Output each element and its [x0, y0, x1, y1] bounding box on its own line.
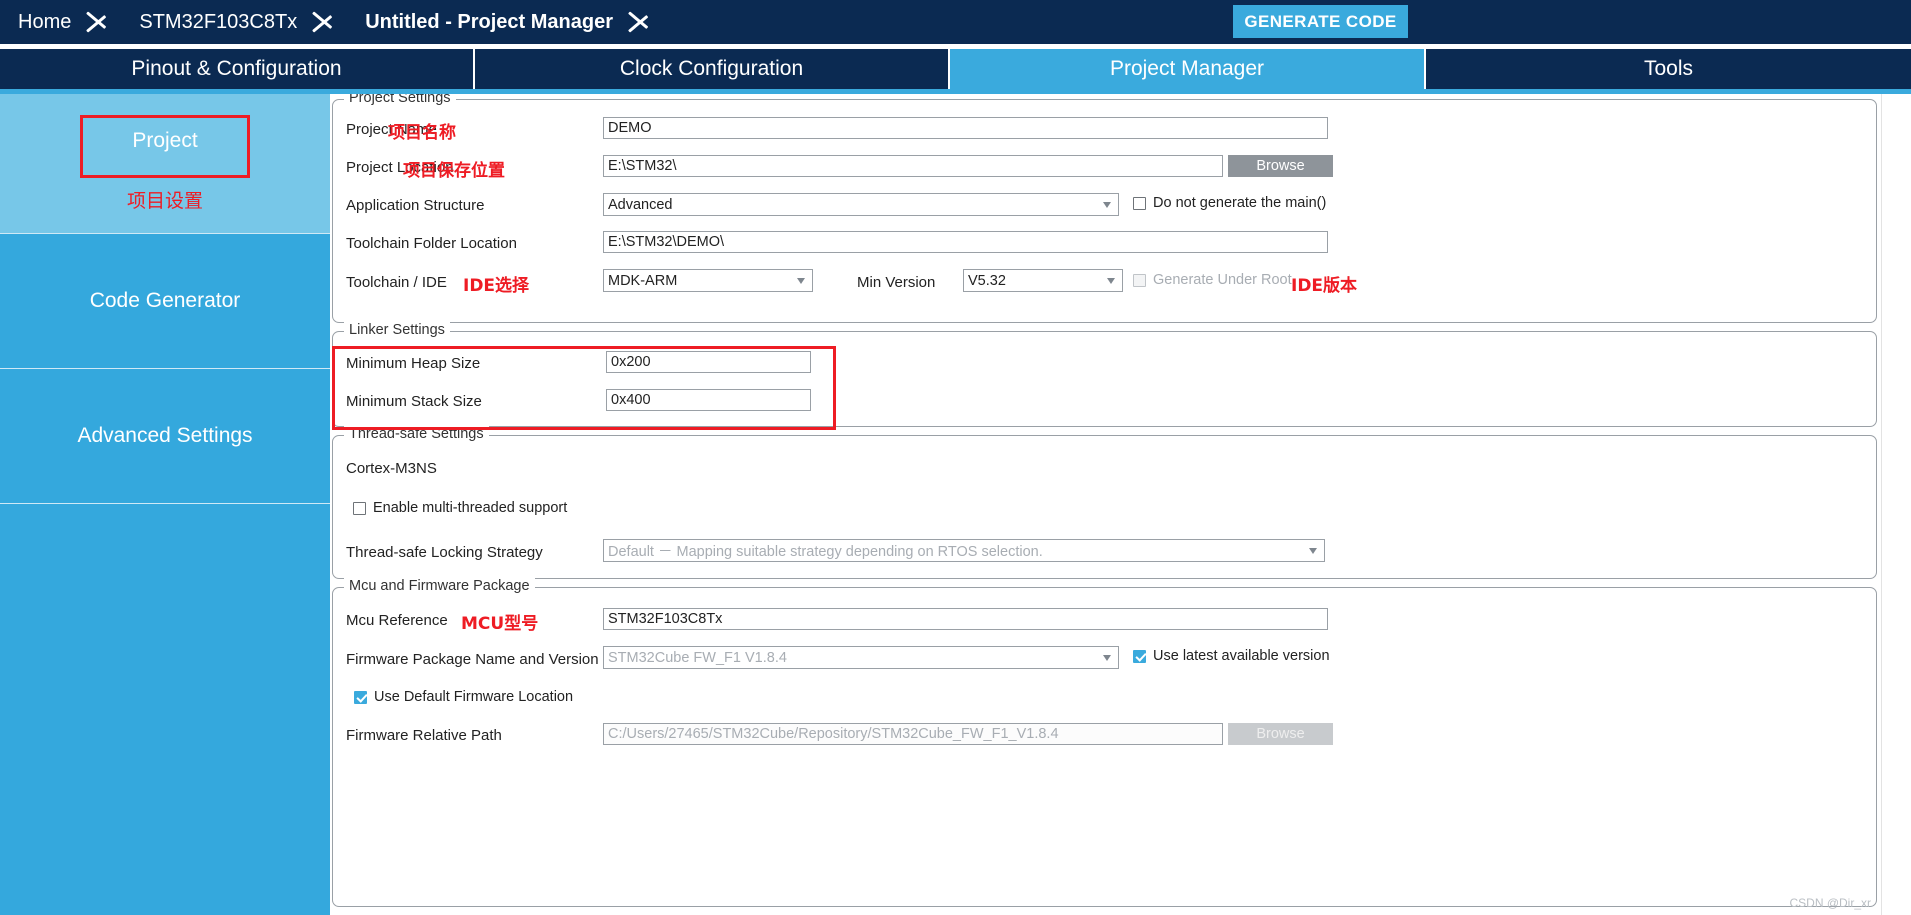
chevron-right-icon	[307, 0, 347, 44]
generate-under-root-checkbox	[1133, 273, 1146, 287]
tab-tools[interactable]: Tools	[1426, 49, 1911, 89]
project-location-annotation-cn: 项目保存位置	[403, 161, 505, 181]
sidebar-item-project-label: Project	[132, 129, 198, 152]
main-tab-strip: Pinout & Configuration Clock Configurati…	[0, 49, 1911, 89]
linker-settings-title: Linker Settings	[344, 322, 450, 338]
project-name-annotation-cn: 项目名称	[388, 123, 456, 143]
do-not-generate-main-label: Do not generate the main()	[1153, 195, 1327, 211]
chevron-down-icon	[1309, 547, 1318, 554]
firmware-relative-path-input[interactable]: C:/Users/27465/STM32Cube/Repository/STM3…	[603, 723, 1223, 745]
minimum-heap-size-label: Minimum Heap Size	[346, 355, 481, 372]
thread-safe-locking-strategy-label: Thread-safe Locking Strategy	[346, 544, 543, 561]
project-location-input[interactable]: E:\STM32\	[603, 155, 1223, 177]
mcu-reference-label: Mcu Reference	[346, 612, 448, 629]
sidebar-empty-area	[0, 504, 330, 914]
toolchain-ide-label: Toolchain / IDE	[346, 274, 447, 291]
chevron-right-icon	[81, 0, 121, 44]
breadcrumb-item-mcu[interactable]: STM32F103C8Tx	[121, 0, 307, 44]
mcu-firmware-package-group: Mcu and Firmware Package Mcu Reference M…	[332, 578, 1877, 907]
cortex-core-label: Cortex-M3NS	[346, 460, 437, 477]
project-manager-content: Project Settings Project Name 项目名称 DEMO …	[330, 94, 1881, 915]
mcu-reference-input[interactable]: STM32F103C8Tx	[603, 608, 1328, 630]
linker-settings-group: Linker Settings Minimum Heap Size 0x200 …	[332, 322, 1877, 427]
minimum-heap-size-input[interactable]: 0x200	[606, 351, 811, 373]
enable-multi-threaded-support-row[interactable]: Enable multi-threaded support	[353, 500, 567, 516]
thread-safe-locking-strategy-value: Default － Mapping suitable strategy depe…	[608, 544, 1043, 560]
sidebar-item-advanced-settings[interactable]: Advanced Settings	[0, 369, 330, 504]
tab-clock-configuration[interactable]: Clock Configuration	[475, 49, 950, 89]
min-version-select[interactable]: V5.32	[963, 269, 1123, 292]
firmware-relative-path-label: Firmware Relative Path	[346, 727, 502, 744]
toolchain-ide-select[interactable]: MDK-ARM	[603, 269, 813, 292]
do-not-generate-main-checkbox[interactable]	[1133, 196, 1146, 210]
application-structure-value: Advanced	[608, 196, 673, 213]
project-location-browse-button[interactable]: Browse	[1228, 155, 1333, 177]
chevron-down-icon	[797, 277, 806, 284]
thread-safe-settings-title: Thread-safe Settings	[344, 426, 489, 442]
generate-code-button[interactable]: GENERATE CODE	[1233, 5, 1408, 38]
use-default-firmware-location-checkbox[interactable]	[354, 690, 367, 704]
use-latest-version-checkbox[interactable]	[1133, 649, 1146, 663]
use-default-firmware-location-row[interactable]: Use Default Firmware Location	[354, 689, 573, 705]
mcu-reference-annotation-cn: MCU型号	[461, 614, 539, 634]
sidebar-item-project[interactable]: Project 项目设置	[0, 94, 330, 234]
toolchain-folder-location-label: Toolchain Folder Location	[346, 235, 517, 252]
breadcrumb-item-home[interactable]: Home	[0, 0, 81, 44]
sidebar-item-advanced-settings-label: Advanced Settings	[77, 424, 253, 447]
chevron-down-icon	[1103, 201, 1112, 208]
project-name-input[interactable]: DEMO	[603, 117, 1328, 139]
toolchain-ide-value: MDK-ARM	[608, 272, 678, 289]
minimum-stack-size-input[interactable]: 0x400	[606, 389, 811, 411]
firmware-package-label: Firmware Package Name and Version	[346, 651, 599, 668]
use-latest-version-label: Use latest available version	[1153, 648, 1330, 664]
min-version-annotation-cn: IDE版本	[1291, 276, 1358, 296]
sidebar-item-code-generator-label: Code Generator	[89, 289, 241, 312]
watermark: CSDN @Dir_xr	[1789, 896, 1871, 910]
chevron-down-icon	[1107, 277, 1116, 284]
do-not-generate-main-checkbox-row[interactable]: Do not generate the main()	[1133, 195, 1326, 211]
min-version-label: Min Version	[857, 274, 936, 291]
tab-pinout-configuration[interactable]: Pinout & Configuration	[0, 49, 475, 89]
sidebar: Project 项目设置 Code Generator Advanced Set…	[0, 94, 330, 915]
generate-under-root-checkbox-row: Generate Under Root	[1133, 272, 1292, 288]
toolchain-ide-annotation-cn: IDE选择	[463, 276, 530, 296]
vertical-scrollbar[interactable]	[1881, 94, 1911, 915]
breadcrumb-item-current[interactable]: Untitled - Project Manager	[347, 0, 623, 44]
use-latest-version-row[interactable]: Use latest available version	[1133, 648, 1330, 664]
application-structure-label: Application Structure	[346, 197, 485, 214]
min-version-value: V5.32	[968, 272, 1006, 289]
tab-project-manager[interactable]: Project Manager	[950, 49, 1426, 89]
breadcrumb-bar: Home STM32F103C8Tx Untitled - Project Ma…	[0, 0, 1911, 44]
toolchain-folder-location-input[interactable]: E:\STM32\DEMO\	[603, 231, 1328, 253]
firmware-relative-path-browse-button: Browse	[1228, 723, 1333, 745]
firmware-package-value: STM32Cube FW_F1 V1.8.4	[608, 649, 787, 666]
project-settings-title: Project Settings	[344, 94, 456, 106]
enable-multi-threaded-support-checkbox[interactable]	[353, 501, 366, 515]
firmware-package-select[interactable]: STM32Cube FW_F1 V1.8.4	[603, 646, 1119, 669]
sidebar-item-code-generator[interactable]: Code Generator	[0, 234, 330, 369]
project-annotation-cn: 项目设置	[126, 190, 203, 212]
mcu-firmware-package-title: Mcu and Firmware Package	[344, 578, 535, 594]
thread-safe-locking-strategy-select[interactable]: Default － Mapping suitable strategy depe…	[603, 539, 1325, 562]
chevron-right-icon	[623, 0, 663, 44]
application-structure-select[interactable]: Advanced	[603, 193, 1119, 216]
generate-under-root-label: Generate Under Root	[1153, 272, 1292, 288]
thread-safe-settings-group: Thread-safe Settings Cortex-M3NS Enable …	[332, 426, 1877, 579]
minimum-stack-size-label: Minimum Stack Size	[346, 393, 482, 410]
chevron-down-icon	[1103, 654, 1112, 661]
project-settings-group: Project Settings Project Name 项目名称 DEMO …	[332, 94, 1877, 323]
enable-multi-threaded-support-label: Enable multi-threaded support	[373, 500, 568, 516]
use-default-firmware-location-label: Use Default Firmware Location	[374, 689, 574, 705]
